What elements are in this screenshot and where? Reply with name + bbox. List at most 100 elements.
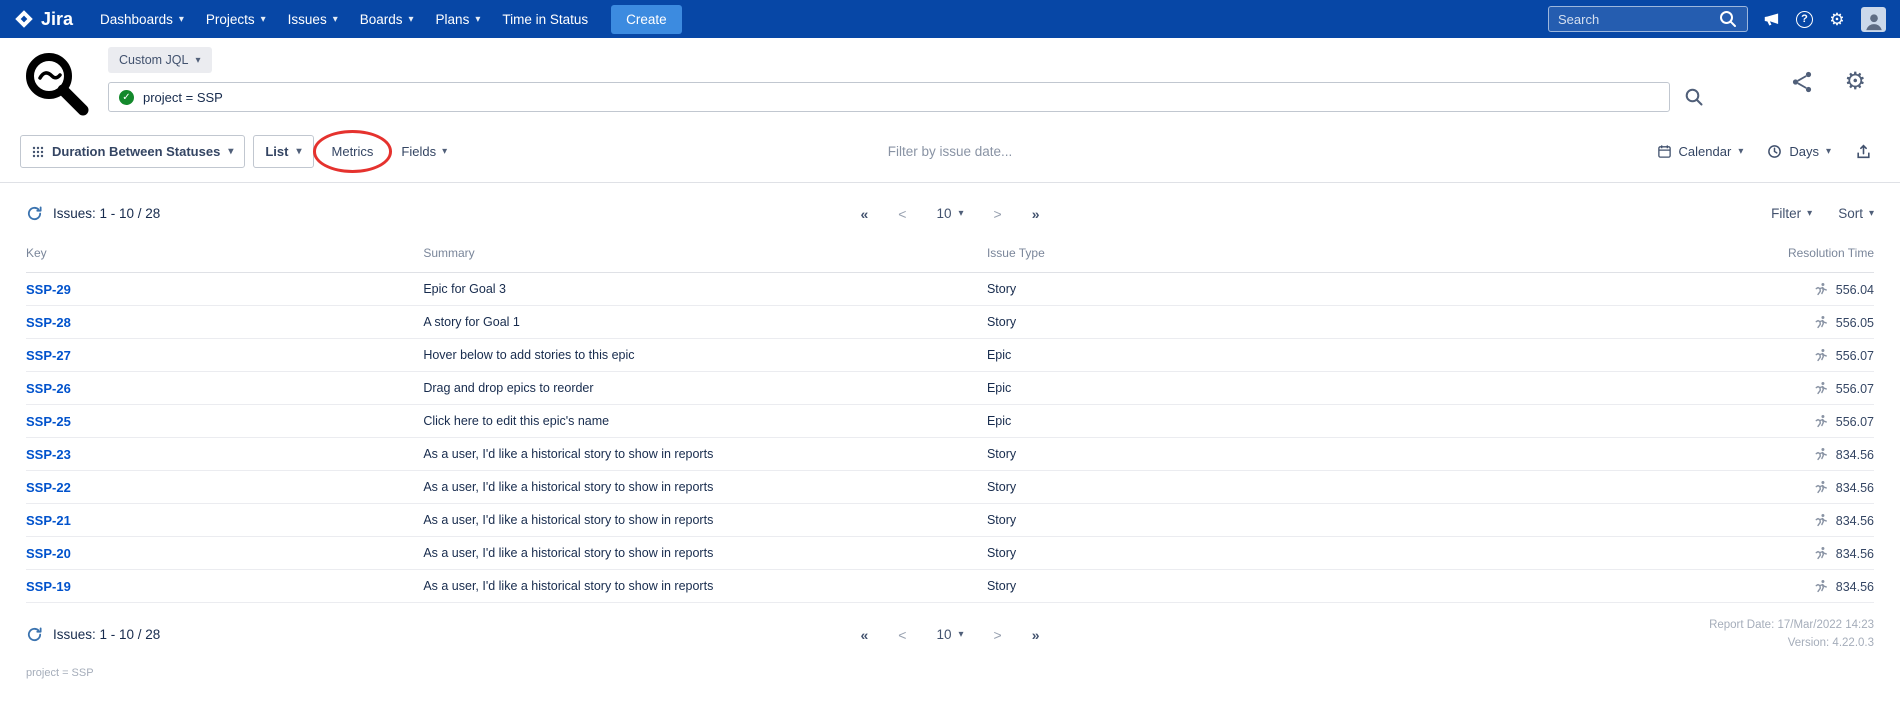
metrics-tab[interactable]: Metrics	[322, 136, 384, 167]
chevron-down-icon: ▾	[228, 146, 233, 157]
resolution-value: 834.56	[1836, 448, 1874, 462]
report-toolbar: Duration Between Statuses ▾ List ▾ Metri…	[0, 129, 1900, 183]
nav-item-projects[interactable]: Projects ▾	[195, 0, 277, 38]
run-search-icon[interactable]	[1684, 87, 1704, 107]
issue-key-link[interactable]: SSP-21	[26, 513, 71, 528]
fields-tab[interactable]: Fields ▾	[391, 136, 457, 167]
issue-key-link[interactable]: SSP-19	[26, 579, 71, 594]
issue-key-link[interactable]: SSP-28	[26, 315, 71, 330]
nav-label: Dashboards	[100, 12, 173, 27]
jql-valid-icon: ✓	[119, 90, 134, 105]
pagination-next[interactable]: >	[994, 627, 1002, 643]
filter-dropdown[interactable]: Filter ▾	[1771, 206, 1812, 221]
issue-type: Story	[987, 504, 1486, 537]
report-version: Version: 4.22.0.3	[1709, 635, 1874, 653]
table-row: SSP-26 Drag and drop epics to reorder Ep…	[26, 372, 1874, 405]
nav-item-issues[interactable]: Issues ▾	[277, 0, 349, 38]
runner-icon	[1814, 381, 1828, 395]
runner-icon	[1814, 348, 1828, 362]
table-row: SSP-19 As a user, I'd like a historical …	[26, 570, 1874, 603]
topnav-right: ? ⚙	[1548, 6, 1886, 32]
user-avatar[interactable]	[1861, 7, 1886, 32]
nav-label: Projects	[206, 12, 255, 27]
filter-label: Filter	[1771, 206, 1801, 221]
issue-key-link[interactable]: SSP-23	[26, 447, 71, 462]
page-size-selector[interactable]: 10 ▾	[936, 206, 963, 221]
pagination-prev[interactable]: <	[898, 206, 906, 222]
calendar-selector[interactable]: Calendar ▾	[1657, 144, 1744, 159]
sort-dropdown[interactable]: Sort ▾	[1838, 206, 1874, 221]
resolution-value: 834.56	[1836, 514, 1874, 528]
issue-type: Epic	[987, 339, 1486, 372]
jql-row: ✓ project = SSP	[108, 82, 1704, 112]
jira-mark-icon	[14, 9, 34, 29]
table-row: SSP-21 As a user, I'd like a historical …	[26, 504, 1874, 537]
nav-item-time-in-status[interactable]: Time in Status	[491, 0, 599, 38]
pagination-prev[interactable]: <	[898, 627, 906, 643]
issue-key-link[interactable]: SSP-20	[26, 546, 71, 561]
jql-mode-selector[interactable]: Custom JQL ▾	[108, 47, 212, 73]
nav-item-boards[interactable]: Boards ▾	[349, 0, 425, 38]
pagination-first[interactable]: «	[860, 206, 868, 222]
chevron-down-icon: ▾	[409, 14, 414, 25]
time-unit-selector[interactable]: Days ▾	[1767, 144, 1831, 159]
nav-item-plans[interactable]: Plans ▾	[425, 0, 492, 38]
issue-summary: As a user, I'd like a historical story t…	[423, 570, 987, 603]
admin-gear-icon[interactable]: ⚙	[1827, 9, 1847, 29]
issues-count: Issues: 1 - 10 / 28	[53, 627, 160, 642]
nav-label: Boards	[360, 12, 403, 27]
toolbar-right: Calendar ▾ Days ▾	[1657, 143, 1872, 160]
issue-summary: As a user, I'd like a historical story t…	[423, 504, 987, 537]
chevron-down-icon: ▾	[475, 14, 480, 25]
issue-summary: As a user, I'd like a historical story t…	[423, 471, 987, 504]
issue-key-link[interactable]: SSP-25	[26, 414, 71, 429]
view-selector-label: Duration Between Statuses	[52, 144, 220, 159]
list-view-button[interactable]: List ▾	[253, 135, 313, 168]
pagination-last[interactable]: »	[1032, 206, 1040, 222]
pagination-next[interactable]: >	[994, 206, 1002, 222]
page-size-value: 10	[936, 206, 951, 221]
refresh-icon[interactable]	[26, 626, 43, 643]
chevron-down-icon: ▾	[296, 146, 301, 157]
filter-sort-group: Filter ▾ Sort ▾	[1771, 206, 1874, 221]
chevron-down-icon: ▾	[195, 55, 200, 66]
days-label: Days	[1789, 144, 1819, 159]
pagination-first[interactable]: «	[860, 627, 868, 643]
page-size-selector[interactable]: 10 ▾	[936, 627, 963, 642]
resolution-value: 556.07	[1836, 415, 1874, 429]
issue-key-link[interactable]: SSP-29	[26, 282, 71, 297]
column-header-issue-type: Issue Type	[987, 236, 1486, 273]
metrics-wrap: Metrics	[322, 136, 384, 167]
global-search[interactable]	[1548, 6, 1748, 32]
nav-item-dashboards[interactable]: Dashboards ▾	[89, 0, 195, 38]
grid-icon	[32, 146, 44, 158]
runner-icon	[1814, 546, 1828, 560]
export-icon[interactable]	[1855, 143, 1872, 160]
report-info: Report Date: 17/Mar/2022 14:23 Version: …	[1709, 617, 1874, 653]
table-header-row: Key Summary Issue Type Resolution Time	[26, 236, 1874, 273]
gear-glyph: ⚙	[1829, 11, 1844, 28]
help-icon[interactable]: ?	[1796, 11, 1813, 28]
refresh-icon[interactable]	[26, 205, 43, 222]
app-magnifier-logo	[20, 47, 92, 119]
issue-type: Epic	[987, 372, 1486, 405]
create-button[interactable]: Create	[611, 5, 682, 34]
issue-summary: Hover below to add stories to this epic	[423, 339, 987, 372]
issue-key-link[interactable]: SSP-22	[26, 480, 71, 495]
global-search-input[interactable]	[1558, 12, 1712, 27]
issue-key-link[interactable]: SSP-26	[26, 381, 71, 396]
search-icon[interactable]	[1718, 9, 1738, 29]
announcements-icon[interactable]	[1762, 9, 1782, 29]
issue-key-link[interactable]: SSP-27	[26, 348, 71, 363]
chevron-down-icon: ▾	[1807, 208, 1812, 219]
jql-input[interactable]: ✓ project = SSP	[108, 82, 1670, 112]
settings-gear-icon[interactable]: ⚙	[1844, 70, 1866, 94]
jira-logo[interactable]: Jira	[14, 9, 73, 30]
pagination-last[interactable]: »	[1032, 627, 1040, 643]
share-icon[interactable]	[1790, 70, 1814, 94]
view-selector-button[interactable]: Duration Between Statuses ▾	[20, 135, 245, 168]
runner-icon	[1814, 282, 1828, 296]
issue-date-filter[interactable]: Filter by issue date...	[888, 144, 1013, 159]
chevron-down-icon: ▾	[959, 629, 964, 640]
calendar-icon	[1657, 144, 1672, 159]
